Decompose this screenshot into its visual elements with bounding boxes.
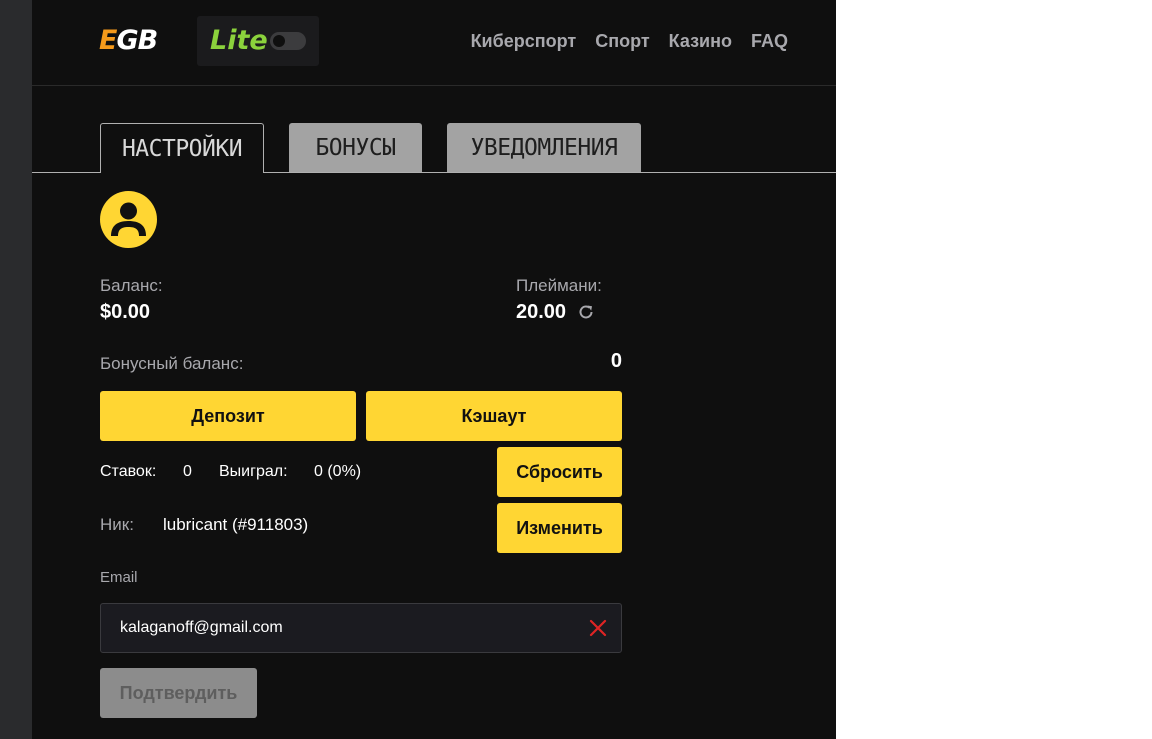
change-nick-button[interactable]: Изменить	[497, 503, 622, 553]
main-nav: Киберспорт Спорт Казино FAQ	[471, 29, 788, 53]
toggle-knob	[273, 35, 285, 47]
tab-settings[interactable]: НАСТРОЙКИ	[100, 123, 264, 173]
user-avatar-icon	[100, 191, 157, 248]
balance-value: $0.00	[100, 301, 151, 323]
refresh-icon[interactable]	[577, 303, 595, 321]
deposit-button[interactable]: Депозит	[100, 391, 356, 441]
logo-letter-e: E	[99, 25, 117, 56]
nick-label: Ник:	[100, 515, 134, 534]
bets-label: Ставок:	[100, 463, 157, 480]
confirm-email-button[interactable]: Подтвердить	[100, 668, 257, 718]
header: EGB Lite Киберспорт Спорт Казино FAQ	[32, 0, 836, 86]
email-label: Email	[100, 569, 138, 586]
balance-label: Баланс:	[100, 276, 163, 295]
bonus-balance-label: Бонусный баланс:	[100, 354, 244, 373]
app-window: EGB Lite Киберспорт Спорт Казино FAQ НАС…	[32, 0, 836, 739]
playmoney-label: Плеймани:	[516, 276, 602, 295]
reset-button[interactable]: Сбросить	[497, 447, 622, 497]
tab-bonuses[interactable]: БОНУСЫ	[289, 123, 422, 172]
tab-notifications[interactable]: УВЕДОМЛЕНИЯ	[447, 123, 641, 172]
egb-logo[interactable]: EGB	[99, 25, 158, 56]
nick-value: lubricant (#911803)	[163, 515, 309, 534]
bets-value: 0	[183, 463, 192, 480]
bonus-balance-value: 0	[610, 350, 622, 372]
email-input[interactable]	[100, 603, 622, 653]
cashout-button[interactable]: Кэшаут	[366, 391, 622, 441]
nav-casino[interactable]: Казино	[669, 29, 732, 53]
lite-label: Lite	[210, 25, 268, 56]
won-value: 0 (0%)	[314, 463, 362, 480]
nav-esports[interactable]: Киберспорт	[471, 29, 577, 53]
won-label: Выиграл:	[219, 463, 288, 480]
logo-letters-gb: GB	[116, 25, 158, 56]
close-icon[interactable]	[588, 618, 608, 638]
lite-mode-switch[interactable]: Lite	[197, 16, 319, 66]
left-sidebar-strip	[0, 0, 32, 739]
nav-sport[interactable]: Спорт	[595, 29, 649, 53]
nav-faq[interactable]: FAQ	[751, 29, 788, 53]
playmoney-value: 20.00	[516, 301, 567, 323]
lite-toggle[interactable]	[270, 32, 306, 50]
